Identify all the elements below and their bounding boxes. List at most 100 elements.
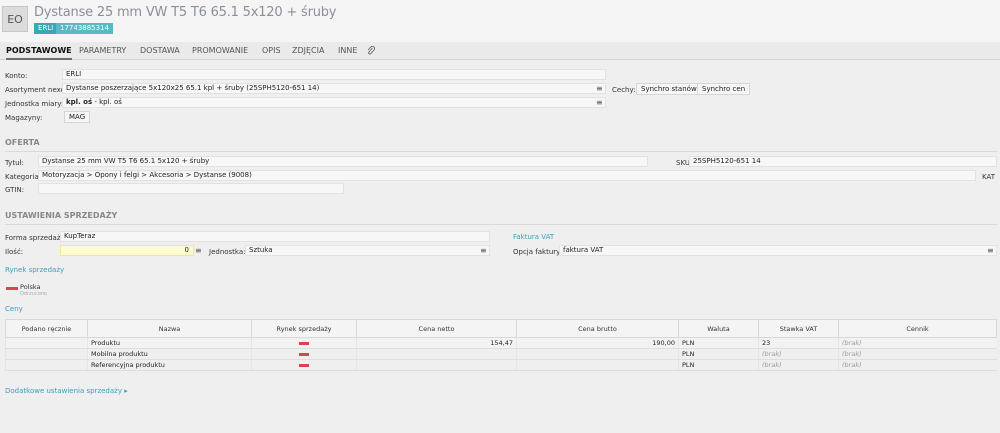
cell-vat[interactable]: (brak) xyxy=(758,359,839,371)
page-title: Dystanse 25 mm VW T5 T6 65.1 5x120 + śru… xyxy=(34,5,337,20)
opcja-faktury-menu-icon[interactable]: ≡ xyxy=(987,246,994,255)
oferta-section-title: OFERTA xyxy=(5,138,40,147)
cell-vat[interactable]: (brak) xyxy=(758,348,839,360)
cell-netto[interactable] xyxy=(356,359,517,371)
asortyment-menu-icon[interactable]: ≡ xyxy=(596,84,603,93)
prices-header-row: Podano ręcznie Nazwa Rynek sprzedaży Cen… xyxy=(5,319,997,338)
jednostka-menu-icon-2[interactable]: ≡ xyxy=(480,246,487,255)
cell-vat[interactable]: 23 xyxy=(758,337,839,349)
opcja-faktury-field[interactable]: faktura VAT xyxy=(559,245,997,256)
tab-inne[interactable]: INNE xyxy=(338,42,357,60)
cell-nazwa: Referencyjna produktu xyxy=(87,359,252,371)
jednostka-menu-icon[interactable]: ≡ xyxy=(596,98,603,107)
kategoria-field[interactable]: Motoryzacja > Opony i felgi > Akcesoria … xyxy=(38,170,976,181)
offer-id-tag: 17743885314 xyxy=(56,23,113,34)
header: EO Dystanse 25 mm VW T5 T6 65.1 5x120 + … xyxy=(0,0,1000,42)
tab-dostawa[interactable]: DOSTAWA xyxy=(140,42,180,60)
col-cena-brutto[interactable]: Cena brutto xyxy=(516,319,679,338)
col-stawka-vat[interactable]: Stawka VAT xyxy=(758,319,839,338)
cell-brutto[interactable]: 190,00 xyxy=(516,337,679,349)
oferta-divider xyxy=(5,151,997,152)
poland-flag-icon xyxy=(6,287,18,290)
cechy-label: Cechy: xyxy=(612,86,636,94)
jednostka-miary-label: Jednostka miary: xyxy=(5,100,64,108)
cell-manual[interactable] xyxy=(5,337,88,349)
sprzedaz-section-title: USTAWIENIA SPRZEDAŻY xyxy=(5,211,118,220)
cell-cennik[interactable]: (brak) xyxy=(838,359,997,371)
cell-brutto[interactable] xyxy=(516,359,679,371)
col-waluta[interactable]: Waluta xyxy=(678,319,759,338)
dodatkowe-ustawienia-link[interactable]: Dodatkowe ustawienia sprzedaży ▸ xyxy=(5,387,128,395)
ilosc-menu-icon[interactable]: ≡ xyxy=(195,246,202,255)
jednostka-field[interactable]: Sztuka xyxy=(245,245,490,256)
jednostka-miary-desc: - kpl. oś xyxy=(92,98,122,106)
col-cena-netto[interactable]: Cena netto xyxy=(356,319,517,338)
prices-table: Podano ręcznie Nazwa Rynek sprzedaży Cen… xyxy=(5,319,997,371)
jednostka-label: Jednostka: xyxy=(209,248,246,256)
cell-brutto[interactable] xyxy=(516,348,679,360)
poland-flag-icon xyxy=(299,353,309,356)
col-rynek[interactable]: Rynek sprzedaży xyxy=(251,319,357,338)
asortyment-label: Asortyment nexo: xyxy=(5,86,68,94)
faktura-vat-link[interactable]: Faktura VAT xyxy=(513,233,554,241)
col-podano-recznie[interactable]: Podano ręcznie xyxy=(5,319,88,338)
gtin-field[interactable] xyxy=(38,183,344,194)
cell-waluta: PLN xyxy=(678,337,759,349)
ilosc-label: Ilość: xyxy=(5,248,24,256)
asortyment-field[interactable]: Dystanse poszerzające 5x120x25 65.1 kpl … xyxy=(62,83,606,94)
cell-netto[interactable]: 154,47 xyxy=(356,337,517,349)
jednostka-miary-field[interactable]: kpl. oś - kpl. oś xyxy=(62,97,606,108)
table-row[interactable]: Mobilna produktu PLN (brak) (brak) xyxy=(5,348,997,360)
poland-flag-icon xyxy=(299,364,309,367)
cell-waluta: PLN xyxy=(678,359,759,371)
tab-parametry[interactable]: PARAMETRY xyxy=(79,42,126,60)
ilosc-field[interactable]: 0 xyxy=(60,245,194,256)
poland-flag-icon xyxy=(299,342,309,345)
sku-field[interactable]: 25SPH5120-651 14 xyxy=(689,156,997,167)
table-row[interactable]: Referencyjna produktu PLN (brak) (brak) xyxy=(5,359,997,371)
opcja-faktury-label: Opcja faktury: xyxy=(513,248,563,256)
magazyny-label: Magazyny: xyxy=(5,114,43,122)
cell-cennik[interactable]: (brak) xyxy=(838,337,997,349)
kategoria-label: Kategoria: xyxy=(5,173,42,181)
synchro-cen-button[interactable]: Synchro cen xyxy=(697,83,751,95)
forma-sprzedazy-field[interactable]: KupTeraz xyxy=(60,231,490,242)
sprzedaz-divider xyxy=(5,224,997,225)
col-nazwa[interactable]: Nazwa xyxy=(87,319,252,338)
tytul-label: Tytuł: xyxy=(5,159,24,167)
tab-zdjecia[interactable]: ZDJĘCIA xyxy=(292,42,324,60)
cell-nazwa: Produktu xyxy=(87,337,252,349)
tab-opis[interactable]: OPIS xyxy=(262,42,281,60)
table-row[interactable]: Produktu 154,47 190,00 PLN 23 (brak) xyxy=(5,337,997,349)
rynek-sprzedazy-link[interactable]: Rynek sprzedaży xyxy=(5,266,64,274)
paperclip-icon xyxy=(367,45,375,55)
col-cennik[interactable]: Cennik xyxy=(838,319,997,338)
rynek-status: Odrzucono xyxy=(20,291,47,297)
cell-rynek xyxy=(251,337,357,349)
cell-waluta: PLN xyxy=(678,348,759,360)
tab-promowanie[interactable]: PROMOWANIE xyxy=(192,42,248,60)
konto-label: Konto: xyxy=(5,72,28,80)
tab-attachments[interactable] xyxy=(367,42,375,60)
forma-sprzedazy-label: Forma sprzedaży: xyxy=(5,234,67,242)
account-tag: ERLI xyxy=(34,23,58,34)
cell-manual[interactable] xyxy=(5,348,88,360)
ceny-link[interactable]: Ceny xyxy=(5,305,23,313)
synchro-stanow-button[interactable]: Synchro stanów xyxy=(636,83,702,95)
item-type-badge: EO xyxy=(2,6,28,32)
cell-netto[interactable] xyxy=(356,348,517,360)
cell-rynek xyxy=(251,359,357,371)
cell-nazwa: Mobilna produktu xyxy=(87,348,252,360)
gtin-label: GTIN: xyxy=(5,186,25,194)
tab-bar: PODSTAWOWE PARAMETRY DOSTAWA PROMOWANIE … xyxy=(0,42,1000,60)
tab-podstawowe[interactable]: PODSTAWOWE xyxy=(6,42,72,60)
konto-field[interactable]: ERLI xyxy=(62,69,606,80)
kategoria-button[interactable]: KAT xyxy=(982,173,995,181)
tytul-field[interactable]: Dystanse 25 mm VW T5 T6 65.1 5x120 + śru… xyxy=(38,156,648,167)
magazyn-chip[interactable]: MAG xyxy=(64,111,91,123)
cell-cennik[interactable]: (brak) xyxy=(838,348,997,360)
rynek-country: Polska xyxy=(20,283,41,291)
cell-manual[interactable] xyxy=(5,359,88,371)
jednostka-miary-code: kpl. oś xyxy=(66,98,93,106)
cell-rynek xyxy=(251,348,357,360)
